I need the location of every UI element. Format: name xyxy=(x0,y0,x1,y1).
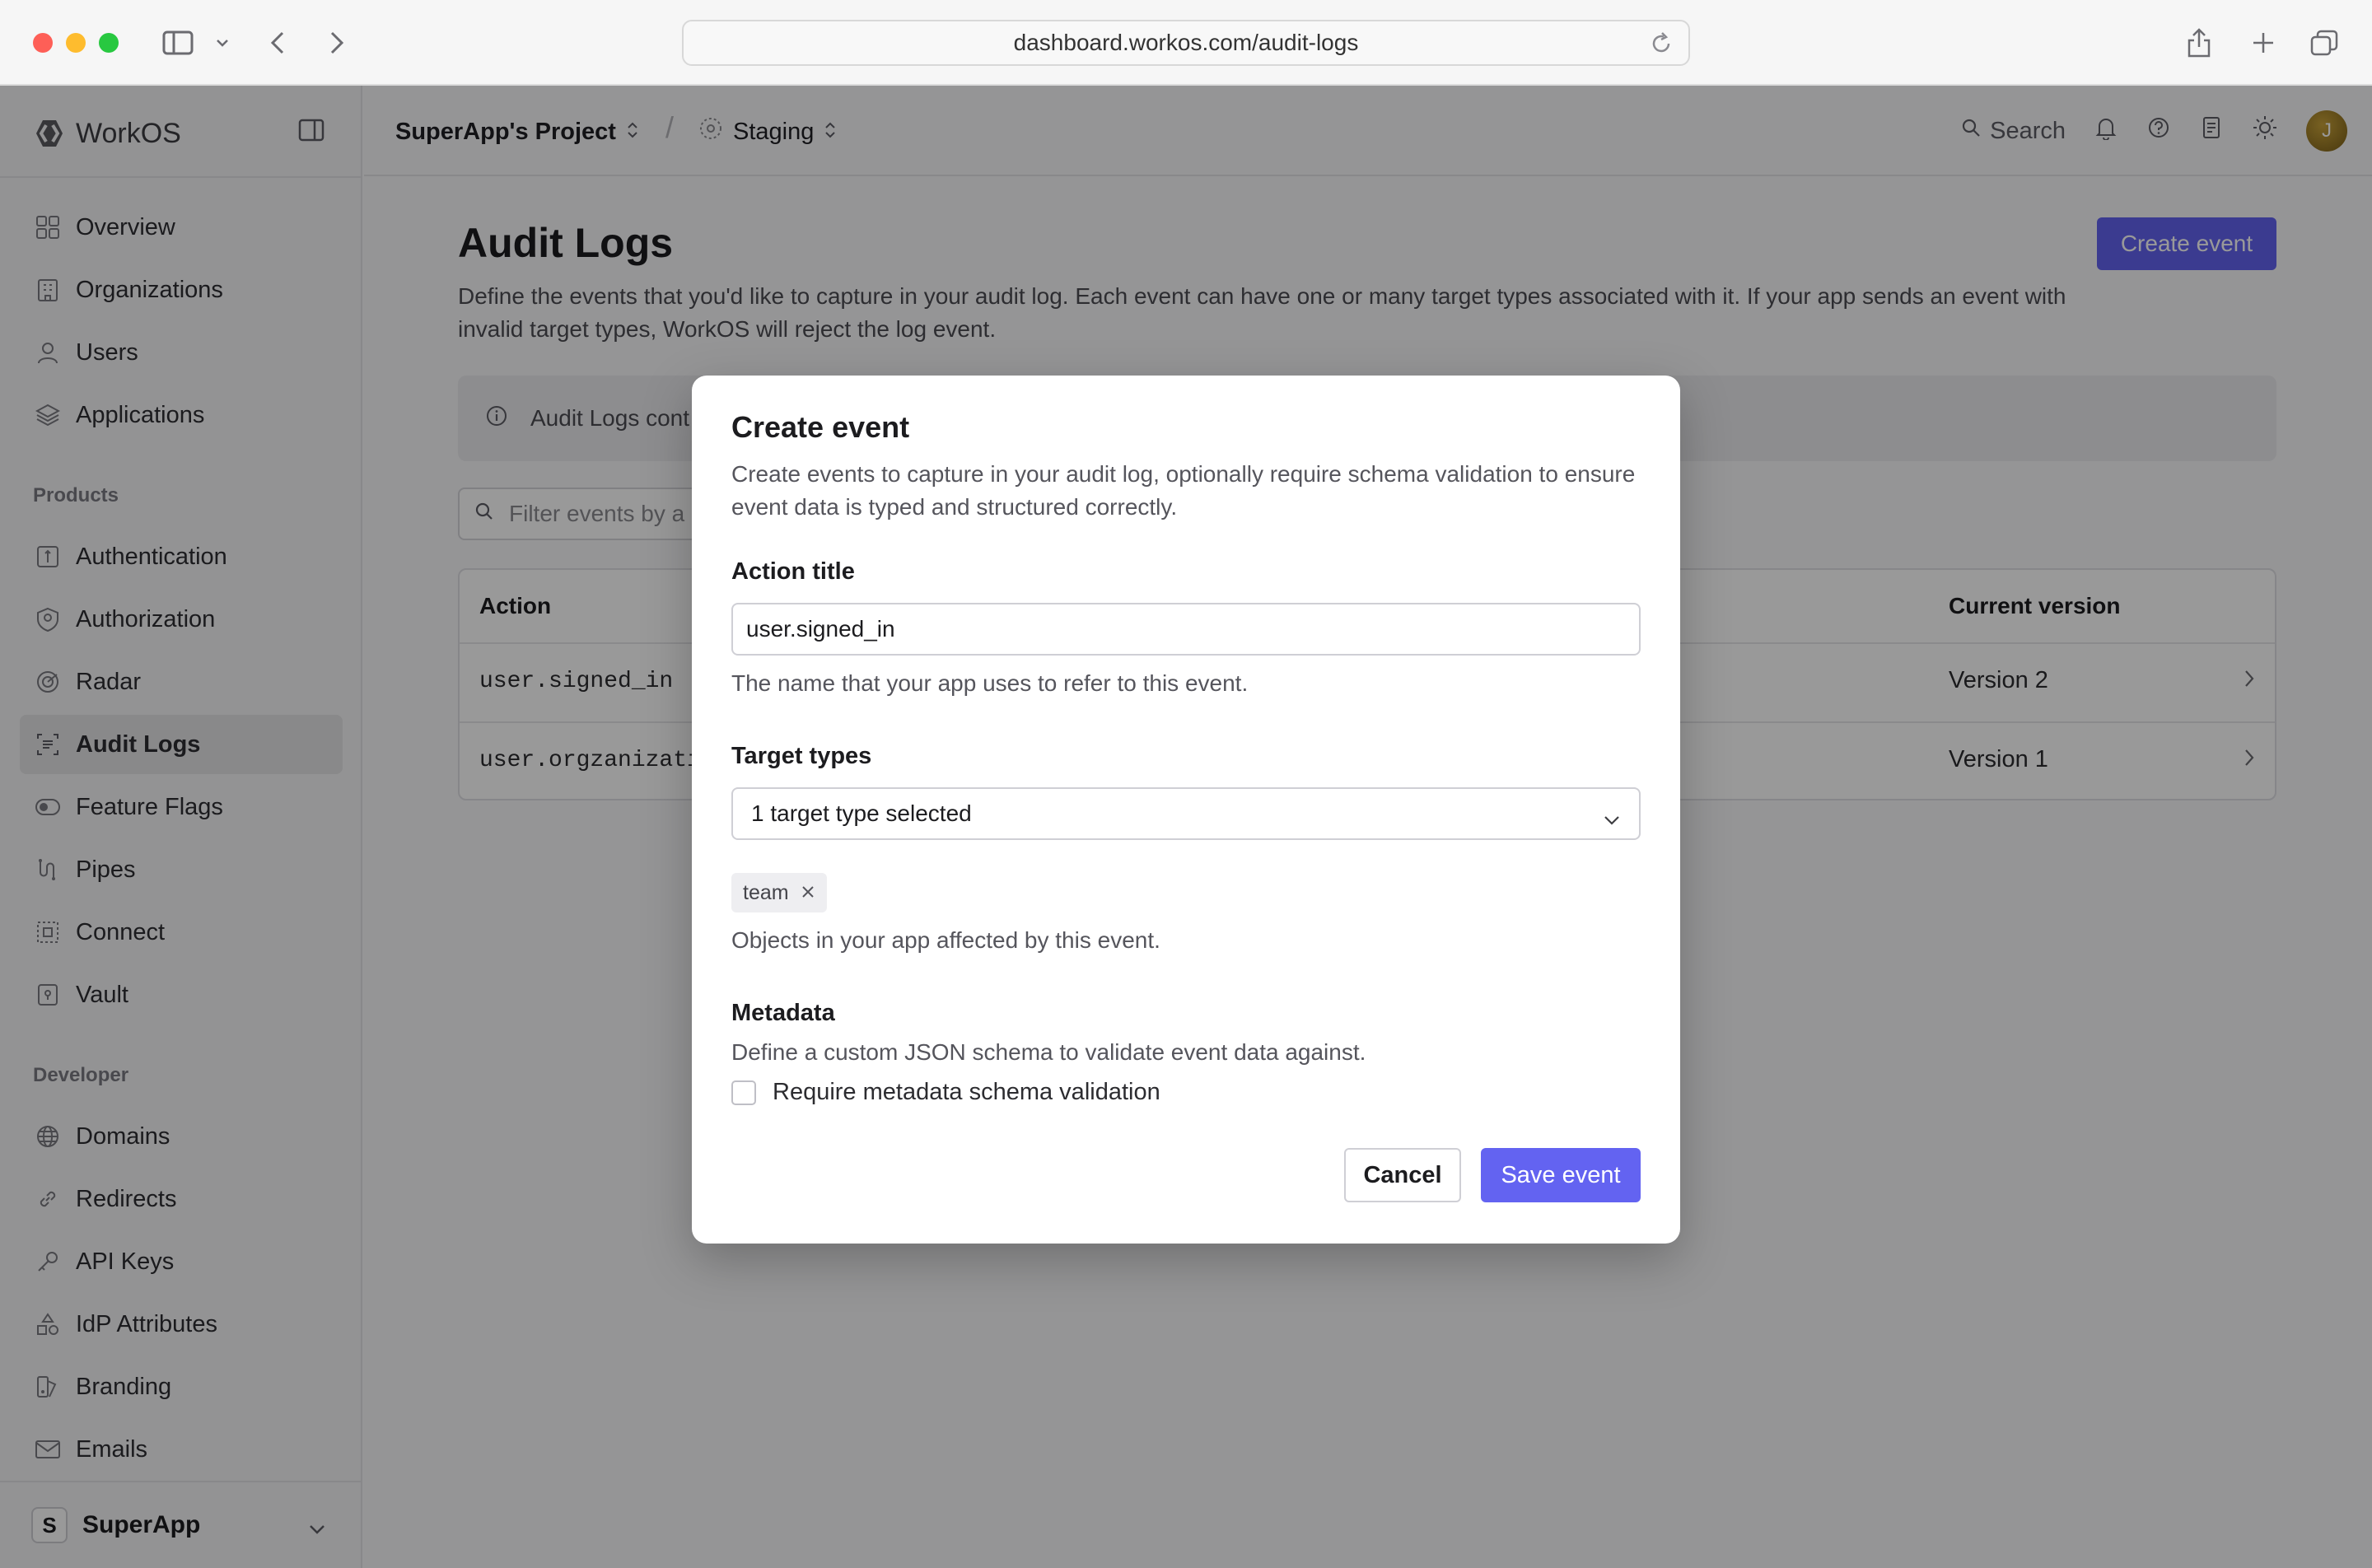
cancel-button[interactable]: Cancel xyxy=(1344,1148,1461,1202)
checkbox-label: Require metadata schema validation xyxy=(773,1079,1160,1105)
metadata-validation-option[interactable]: Require metadata schema validation xyxy=(731,1079,1160,1106)
browser-chrome: dashboard.workos.com/audit-logs xyxy=(0,0,2372,86)
create-event-dialog: Create event Create events to capture in… xyxy=(692,376,1680,1244)
action-title-help: The name that your app uses to refer to … xyxy=(731,670,1249,696)
remove-chip-icon[interactable] xyxy=(801,881,815,905)
new-tab-icon[interactable] xyxy=(2247,25,2280,61)
target-types-select[interactable]: 1 target type selected xyxy=(731,787,1641,840)
dialog-title: Create event xyxy=(731,410,910,444)
tab-overview-icon[interactable] xyxy=(2308,25,2341,61)
metadata-help: Define a custom JSON schema to validate … xyxy=(731,1039,1366,1065)
sidebar-toggle-icon[interactable] xyxy=(160,25,196,61)
back-icon[interactable] xyxy=(265,25,290,61)
minimize-window-button[interactable] xyxy=(66,33,86,53)
close-window-button[interactable] xyxy=(33,33,53,53)
target-types-help: Objects in your app affected by this eve… xyxy=(731,927,1160,953)
forward-icon[interactable] xyxy=(325,25,349,61)
target-types-label: Target types xyxy=(731,743,872,769)
action-title-label: Action title xyxy=(731,558,855,585)
save-event-button[interactable]: Save event xyxy=(1481,1148,1641,1202)
target-types-value: 1 target type selected xyxy=(751,800,972,826)
metadata-label: Metadata xyxy=(731,1000,835,1026)
zoom-window-button[interactable] xyxy=(99,33,119,53)
target-type-chip: team xyxy=(731,873,827,912)
dialog-description: Create events to capture in your audit l… xyxy=(731,461,1636,520)
share-icon[interactable] xyxy=(2184,25,2214,61)
url-text: dashboard.workos.com/audit-logs xyxy=(1013,30,1359,55)
address-bar[interactable]: dashboard.workos.com/audit-logs xyxy=(682,20,1690,66)
action-title-input[interactable] xyxy=(731,603,1641,656)
chip-label: team xyxy=(743,880,789,904)
chevron-down-icon[interactable] xyxy=(212,25,232,61)
reload-icon[interactable] xyxy=(1649,31,1674,62)
require-schema-checkbox[interactable] xyxy=(731,1080,756,1105)
chevron-down-icon xyxy=(1603,805,1621,832)
